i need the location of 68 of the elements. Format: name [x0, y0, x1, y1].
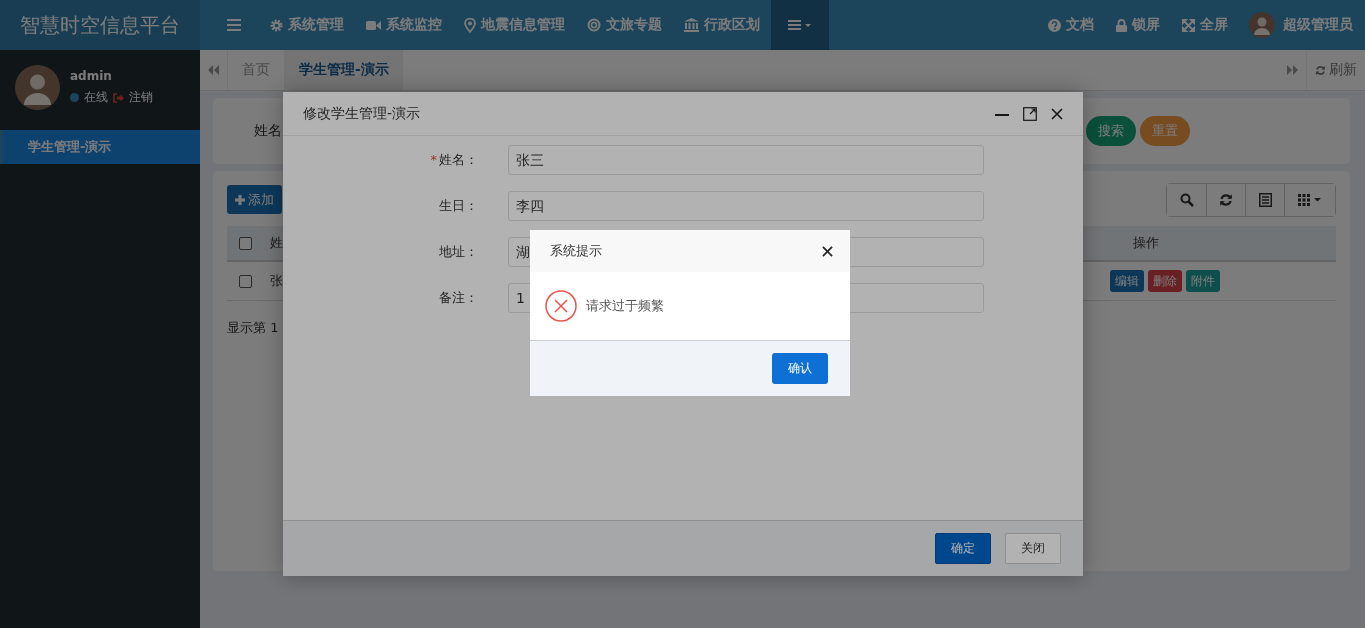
field-label: 姓名	[254, 122, 282, 140]
dialog-title: 系统提示	[550, 242, 602, 260]
list-icon	[1258, 192, 1272, 207]
status-text: 在线	[84, 89, 108, 106]
table-cell: 张	[270, 272, 283, 290]
action-button[interactable]: 附件	[1186, 270, 1220, 292]
user-name[interactable]: 超级管理员	[1283, 16, 1353, 34]
columns-button[interactable]	[1284, 183, 1335, 216]
nav-item[interactable]: 地震信息管理	[453, 0, 576, 50]
app-title: 智慧时空信息平台	[0, 0, 200, 50]
grid-caret-icon	[1298, 193, 1322, 206]
page-tab[interactable]: 学生管理-演示	[284, 50, 403, 90]
lifebuoy-icon	[587, 18, 601, 32]
column-header: 姓	[270, 234, 283, 252]
maximize-icon[interactable]	[1023, 106, 1037, 121]
confirm-button[interactable]: 确定	[935, 533, 991, 564]
map-pin-icon	[464, 17, 476, 33]
logout-link[interactable]: 注销	[129, 89, 153, 106]
search-button[interactable]: 搜索	[1086, 116, 1136, 146]
field-label: 姓名：	[439, 152, 478, 167]
expand-icon	[1182, 18, 1195, 32]
toolbar-link[interactable]: 锁屏	[1105, 0, 1171, 50]
nav-item[interactable]: 系统管理	[259, 0, 355, 50]
refresh-icon	[1219, 192, 1233, 207]
sign-out-icon	[113, 92, 124, 103]
dialog-title: 修改学生管理-演示	[303, 104, 421, 123]
refresh-icon	[1315, 64, 1326, 76]
required-mark: *	[430, 152, 437, 167]
add-button[interactable]: 添加	[227, 185, 282, 214]
gear-icon	[270, 18, 283, 32]
input-field[interactable]: 张三	[508, 145, 984, 175]
field-label: 地址：	[439, 244, 478, 259]
nav-item[interactable]: 文旅专题	[576, 0, 673, 50]
checkbox[interactable]	[239, 274, 252, 288]
refresh-button[interactable]: 刷新	[1306, 50, 1365, 90]
close-icon[interactable]	[1051, 107, 1063, 120]
close-button[interactable]: 关闭	[1005, 533, 1061, 564]
avatar	[1249, 12, 1275, 38]
menu-icon[interactable]	[227, 19, 241, 31]
checkbox[interactable]	[239, 236, 252, 250]
lock-icon	[1116, 18, 1127, 32]
more-menu-button[interactable]	[771, 0, 829, 50]
close-icon[interactable]	[822, 245, 833, 257]
nav-item[interactable]: 系统监控	[355, 0, 453, 50]
reset-button[interactable]: 重置	[1140, 116, 1190, 146]
confirm-button[interactable]: 确认	[772, 353, 828, 384]
bank-icon	[684, 18, 699, 32]
toolbar-link[interactable]: 文档	[1037, 0, 1105, 50]
input-field[interactable]: 李四	[508, 191, 984, 221]
column-header: 操作	[1133, 234, 1159, 252]
question-icon	[1048, 18, 1061, 32]
online-status-dot	[70, 93, 79, 102]
field-label: 备注：	[439, 290, 478, 305]
plus-icon	[235, 194, 245, 205]
nav-item[interactable]: 行政区划	[673, 0, 771, 50]
list-caret-icon	[788, 20, 812, 30]
user-name: admin	[70, 69, 113, 83]
field-label: 生日：	[439, 198, 478, 213]
search-icon	[1179, 192, 1194, 207]
avatar	[15, 65, 60, 110]
action-button[interactable]: 删除	[1148, 270, 1182, 292]
pagination-info: 显示第 1	[227, 319, 279, 337]
toolbar-link[interactable]: 全屏	[1171, 0, 1239, 50]
sidebar-item[interactable]: 学生管理-演示	[0, 130, 200, 164]
action-button[interactable]: 编辑	[1110, 270, 1144, 292]
error-icon	[545, 290, 577, 322]
alert-message: 请求过于频繁	[586, 297, 664, 315]
video-camera-icon	[366, 19, 381, 31]
